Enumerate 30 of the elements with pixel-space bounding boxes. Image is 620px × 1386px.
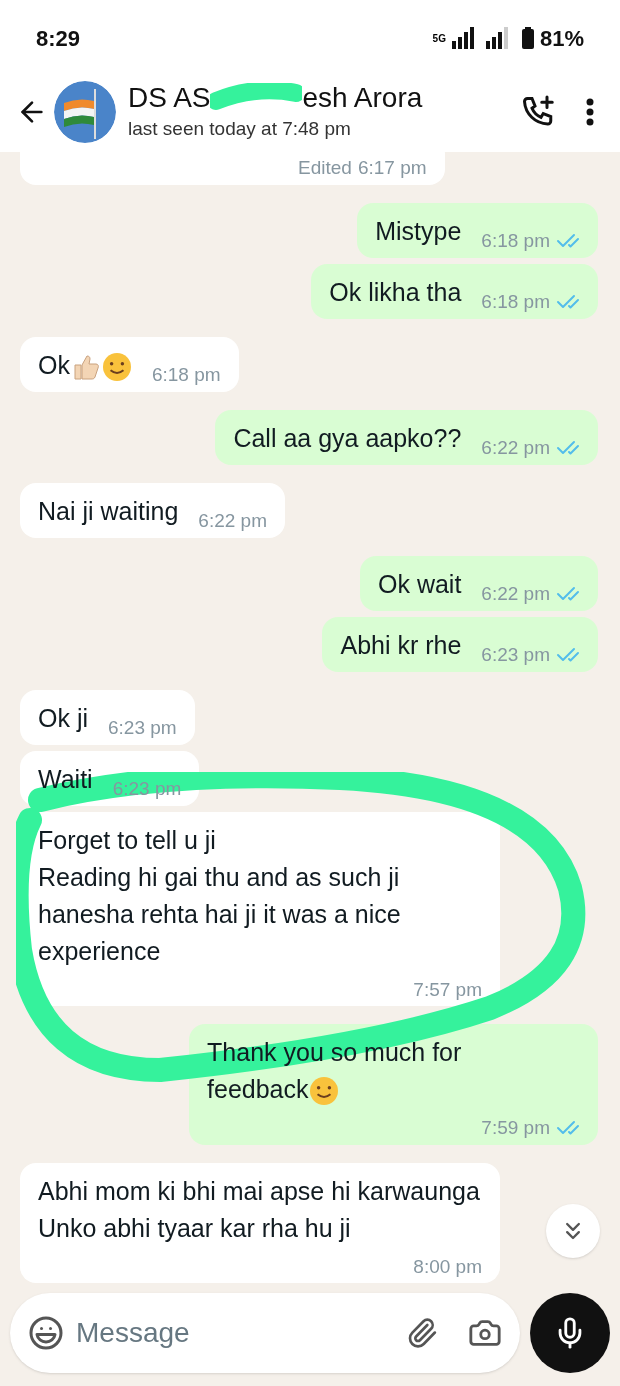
- message-time: 6:18 pm: [151, 363, 221, 387]
- message-time: 8:00 pm: [413, 1254, 482, 1279]
- message-field[interactable]: Message: [10, 1293, 520, 1373]
- message-text: Ok likha tha: [329, 276, 462, 308]
- message-text: Abhi mom ki bhi mai apse hi karwaunga Unko abhi tyaar kar rha hu ji: [38, 1175, 481, 1244]
- message-text: Call aa gya aapko??: [233, 422, 462, 454]
- message-time: 6:23 pm: [108, 716, 177, 740]
- message-time: 7:59 pm: [481, 1116, 550, 1140]
- message-time: 6:22 pm: [481, 582, 550, 606]
- network-label: 5G: [432, 31, 446, 46]
- message-time: 6:22 pm: [198, 509, 267, 533]
- battery-percent: 81%: [539, 24, 584, 53]
- message-time: 6:18 pm: [481, 290, 550, 314]
- contact-name: DS AS: [128, 80, 211, 115]
- clock: 8:29: [36, 24, 81, 53]
- message-text: Ok wait: [378, 568, 462, 600]
- message-text: Mistype: [375, 215, 462, 247]
- message-time: 6:23 pm: [481, 643, 550, 667]
- message-time: 7:57 pm: [413, 977, 482, 1002]
- message-time: 6:18 pm: [481, 229, 550, 253]
- contact-name: esh Arora: [302, 80, 423, 115]
- message-time: 6:17 pm: [357, 156, 427, 180]
- message-text: Abhi kr rhe: [340, 629, 462, 661]
- message-text: Nai ji waiting: [38, 495, 179, 527]
- message-text: Ok ji: [38, 702, 88, 734]
- message-text: Forget to tell u ji Reading hi gai thu and as such ji hanesha rehta hai ji it was a nice experience: [38, 824, 402, 967]
- edited-label: Edited: [298, 156, 352, 180]
- message-text: Ok: [38, 346, 132, 384]
- last-seen-status: last seen today at 7:48 pm: [128, 116, 352, 141]
- message-time: 6:22 pm: [481, 436, 550, 460]
